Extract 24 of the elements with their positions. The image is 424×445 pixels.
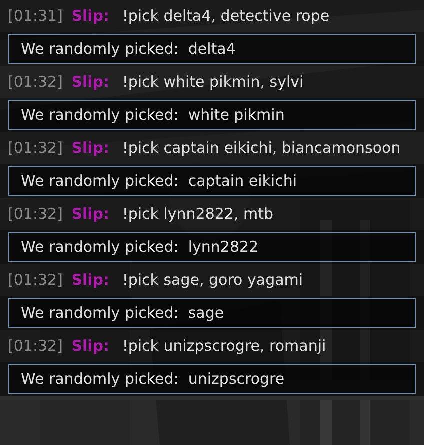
username: Slip: <box>72 139 110 157</box>
bot-reply: We randomly picked: delta4 <box>8 34 416 64</box>
username: Slip: <box>72 271 110 289</box>
timestamp: [01:32] <box>8 73 63 91</box>
bot-reply: We randomly picked: sage <box>8 298 416 328</box>
message-text: !pick white pikmin, sylvi <box>122 73 304 91</box>
bot-reply: We randomly picked: captain eikichi <box>8 166 416 196</box>
username: Slip: <box>72 73 110 91</box>
username: Slip: <box>72 205 110 223</box>
bot-reply: We randomly picked: white pikmin <box>8 100 416 130</box>
message-text: !pick sage, goro yagami <box>122 271 304 289</box>
timestamp: [01:32] <box>8 205 63 223</box>
message-text: !pick delta4, detective rope <box>122 7 330 25</box>
timestamp: [01:32] <box>8 139 63 157</box>
timestamp: [01:31] <box>8 7 63 25</box>
message-text: !pick unizpscrogre, romanji <box>122 337 326 355</box>
timestamp: [01:32] <box>8 337 63 355</box>
timestamp: [01:32] <box>8 271 63 289</box>
message-text: !pick lynn2822, mtb <box>122 205 274 223</box>
bot-reply: We randomly picked: lynn2822 <box>8 232 416 262</box>
message-text: !pick captain eikichi, biancamonsoon <box>122 139 401 157</box>
username: Slip: <box>72 7 110 25</box>
bot-reply: We randomly picked: unizpscrogre <box>8 364 416 394</box>
username: Slip: <box>72 337 110 355</box>
